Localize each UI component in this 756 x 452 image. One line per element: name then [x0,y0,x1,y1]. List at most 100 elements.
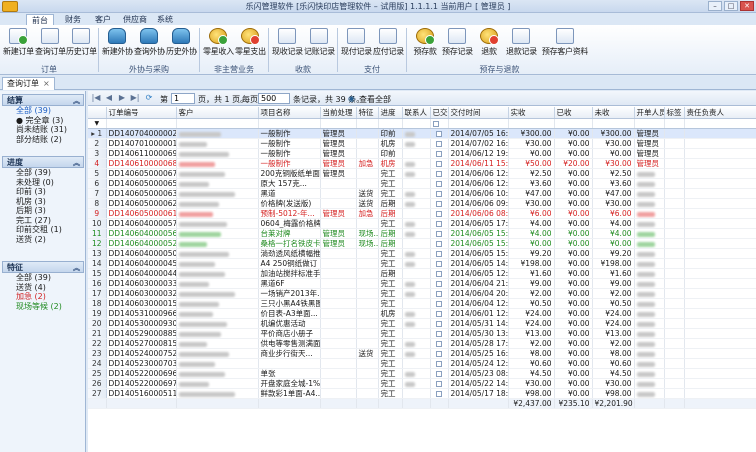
filter-item[interactable]: 送货 (2) [2,235,84,245]
delivered-checkbox[interactable] [436,241,442,247]
column-header[interactable] [88,107,107,119]
tab-front[interactable]: 前台 [26,14,54,25]
filter-item[interactable]: 尚未结账 (31) [2,125,84,135]
column-header[interactable]: 特征 [356,107,379,119]
tab-finance[interactable]: 财务 [60,14,86,25]
delivered-checkbox[interactable] [436,361,442,367]
tab-system[interactable]: 系统 [152,14,178,25]
table-row[interactable]: 22DD140527000815 供电等零售测满面... 完工 2014/05/28 … [88,338,756,349]
prev-page-button[interactable]: ◀ [104,93,114,103]
table-row[interactable]: 11DD140604000056 台莱对牌管理员现场...后期 2014/06/05… [88,228,756,239]
table-row[interactable]: 4 DD140610000068 一般制作 管理员 加急 机房 2014/06/11 15:… [88,158,756,169]
filter-item[interactable]: 全部 (39) [2,106,84,116]
filter-item[interactable]: 后期 (3) [2,206,84,216]
filter-cell[interactable] [258,118,321,129]
delivered-checkbox[interactable] [436,151,442,157]
table-row[interactable]: 16DD140603000033黑道6F完工2014/06/04 21:36¥9… [88,278,756,289]
filter-item[interactable]: 印前 (3) [2,187,84,197]
delivered-checkbox[interactable] [436,381,442,387]
column-header[interactable]: 已收 [554,107,593,119]
tab-customer[interactable]: 客户 [90,14,116,25]
table-row[interactable]: 24DD140523000703完工2014/05/24 12:56¥0.60¥… [88,358,756,369]
filter-cell[interactable] [684,118,756,129]
column-header[interactable]: 联系人 [402,107,431,119]
table-row[interactable]: 18 DD140603000015 三只小黑A4铁黑图 完工 2014/06/04 12… [88,298,756,309]
table-row[interactable]: 26DD140522000697 开盘家庭全城-1%28... 完工 2014/05/… [88,378,756,389]
filter-cell[interactable] [106,118,177,129]
table-row[interactable]: 21DD140529000885 平价商店小册子 完工 2014/05/30 13:3… [88,328,756,339]
delivered-checkbox[interactable] [436,251,442,257]
table-row[interactable]: 5 DD140605000067 200克铜版纸单面 管理员 完工 2014/06/06 … [88,168,756,179]
filter-item[interactable]: 送货 (4) [2,283,84,293]
table-row[interactable]: 25DD140522000696单张完工2014/05/23 08:39¥4.5… [88,368,756,379]
table-row[interactable]: 15DD140604000044 加油站搅拌标准手... 后期 2014/06/05 … [88,268,756,279]
table-row[interactable]: 12DD140604000052 桑格一打名铁皮卡...管理员现场...后期 201… [88,238,756,249]
filter-cell[interactable] [356,118,379,129]
prepay-customer-info-button[interactable]: 预存客户资料 [540,28,590,57]
cash-receipt-record-button[interactable]: 现收记录 [272,28,303,57]
filter-item[interactable]: 部分结账 (2) [2,135,84,145]
tab-supplier[interactable]: 供应商 [118,14,152,25]
collapse-icon[interactable]: ︽ [73,95,80,107]
maximize-button[interactable]: □ [724,1,738,11]
filter-cell[interactable] [554,118,593,129]
close-tab-icon[interactable]: × [43,79,50,88]
delivered-checkbox[interactable] [436,181,442,187]
filter-cell[interactable]: ▼ [88,118,107,129]
delivered-checkbox[interactable] [436,171,442,177]
delivered-checkbox[interactable] [436,231,442,237]
table-row[interactable]: 17 DD140603000032 一场销产2013年... 完工 2014/06/04… [88,288,756,299]
filter-item[interactable]: 机房 (3) [2,197,84,207]
view-all-button[interactable]: 查看全部 [359,94,391,105]
delivered-checkbox[interactable] [436,221,442,227]
filter-item[interactable]: 完工 (27) [2,216,84,226]
delivered-checkbox[interactable] [436,131,442,137]
collapse-icon[interactable]: ︽ [73,157,80,169]
delivered-checkbox[interactable] [436,211,442,217]
section-header[interactable]: 结算 ︽ [2,94,84,106]
section-header[interactable]: 特征 ︽ [2,261,84,273]
filter-item[interactable]: 加急 (2) [2,292,84,302]
delivered-checkbox[interactable] [436,351,442,357]
filter-cell[interactable] [378,118,403,129]
filter-item[interactable]: 印前交租 (1) [2,225,84,235]
filter-item[interactable]: 未处理 (0) [2,178,84,188]
payable-record-button[interactable]: 应付记录 [373,28,404,57]
filter-cell[interactable] [664,118,685,129]
eye-icon[interactable]: ◉ [348,94,355,103]
last-page-button[interactable]: ▶| [130,93,140,103]
delivered-checkbox[interactable] [436,321,442,327]
delivered-checkbox[interactable] [436,271,442,277]
column-header[interactable]: 当前处理 [320,107,357,119]
table-row[interactable]: 19 DD140531000966 价目表-A3单面... 机房 2014/06/01 … [88,308,756,319]
refund-record-button[interactable]: 退款记录 [506,28,537,57]
table-row[interactable]: 13DD140604000050 淌劲透风纸横幅推柜... 完工 2014/06/05… [88,248,756,259]
column-header[interactable]: 实收 [508,107,555,119]
filter-cell[interactable] [634,118,665,129]
prepay-record-button[interactable]: 预存记录 [442,28,473,57]
table-row[interactable]: 8 DD140605000062 价格牌(发送版) 送货 后期 2014/06/06 09… [88,198,756,209]
column-header[interactable]: 标签 [664,107,685,119]
delivered-checkbox[interactable] [436,161,442,167]
collapse-icon[interactable]: ︽ [73,262,80,274]
delivered-checkbox[interactable] [436,141,442,147]
credit-record-button[interactable]: 记账记录 [304,28,335,57]
filter-cell[interactable] [402,118,431,129]
delivered-checkbox[interactable] [436,281,442,287]
column-header[interactable]: 客户 [176,107,259,119]
column-header[interactable]: 项目名称 [258,107,321,119]
page-number-input[interactable] [171,93,195,104]
delivered-checkbox[interactable] [436,371,442,377]
delivered-checkbox[interactable] [436,391,442,397]
minimize-button[interactable]: – [708,1,722,11]
close-button[interactable]: ✕ [740,1,754,11]
filter-cell[interactable] [592,118,635,129]
column-header[interactable]: 责任负责人 [684,107,756,119]
query-outsource-button[interactable]: 查询外协 [134,28,165,57]
history-outsource-button[interactable]: 历史外协 [166,28,197,57]
column-header[interactable]: 进度 [378,107,403,119]
filter-item[interactable]: 全部 (39) [2,168,84,178]
tab-query-order[interactable]: 查询订单 × [2,77,55,90]
table-row[interactable]: 2DD140701000001一般制作管理员机房2014/07/02 16:53… [88,138,756,149]
refresh-icon[interactable]: ⟳ [144,93,154,103]
